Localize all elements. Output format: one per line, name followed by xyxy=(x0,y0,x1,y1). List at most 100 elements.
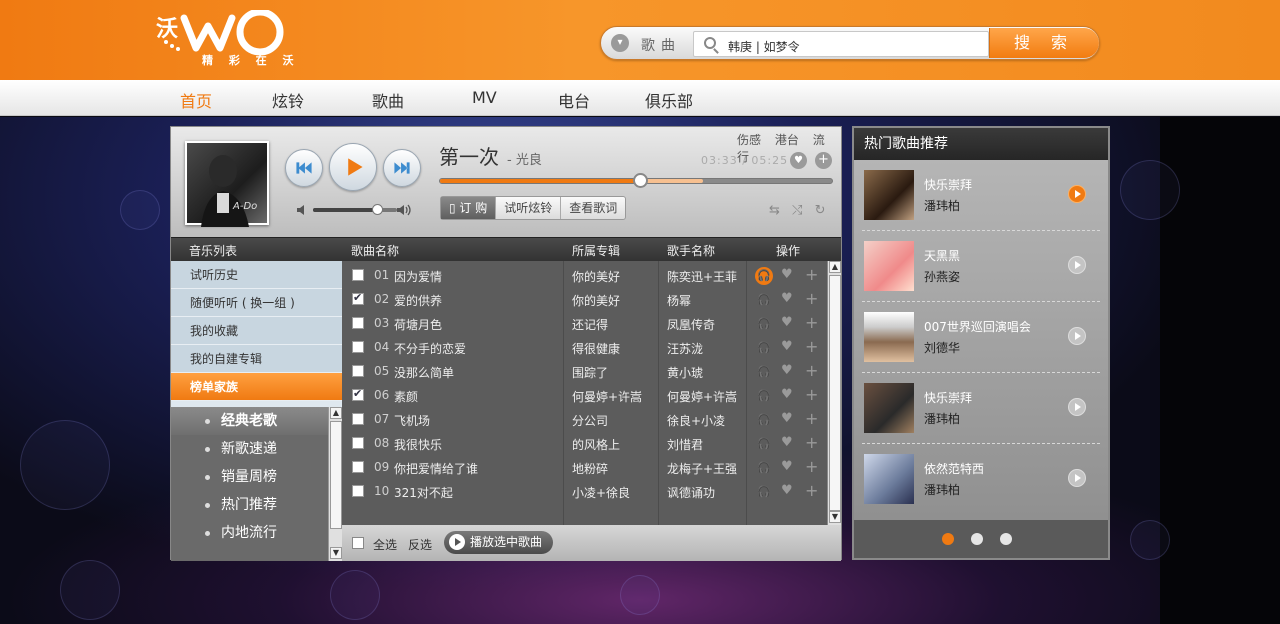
page-dot[interactable] xyxy=(1000,533,1012,545)
play-icon[interactable] xyxy=(1068,185,1086,203)
plus-icon[interactable]: + xyxy=(805,265,818,284)
hot-song-title[interactable]: 天黑黑 xyxy=(924,247,960,264)
hot-song-artist[interactable]: 孙燕姿 xyxy=(924,268,960,285)
scroll-thumb[interactable] xyxy=(829,275,841,511)
row-checkbox[interactable] xyxy=(352,365,364,377)
row-checkbox[interactable] xyxy=(352,317,364,329)
category-my-albums[interactable]: 我的自建专辑 xyxy=(171,345,342,373)
song-name[interactable]: 飞机场 xyxy=(394,412,430,429)
scroll-up-icon[interactable]: ▲ xyxy=(330,407,342,419)
song-name[interactable]: 你把爱情给了谁 xyxy=(394,460,478,477)
song-singer[interactable]: 讽德诵功 xyxy=(667,484,715,501)
scroll-thumb[interactable] xyxy=(330,421,342,529)
song-name[interactable]: 爱的供养 xyxy=(394,292,442,309)
song-thumbnail[interactable] xyxy=(864,383,914,433)
table-row[interactable]: 09 你把爱情给了谁 地粉碎 龙梅子+王强 🎧 ♥ + xyxy=(342,455,827,479)
song-name[interactable]: 321对不起 xyxy=(394,484,453,501)
song-singer[interactable]: 徐良+小凌 xyxy=(667,412,725,429)
heart-icon[interactable]: ♥ xyxy=(781,459,793,474)
song-singer[interactable]: 刘惜君 xyxy=(667,436,703,453)
subcategory-item[interactable]: 新歌速递 xyxy=(171,435,328,463)
scroll-down-icon[interactable]: ▼ xyxy=(829,511,841,523)
subcategory-item[interactable]: 销量周榜 xyxy=(171,463,328,491)
row-checkbox[interactable] xyxy=(352,341,364,353)
play-icon[interactable] xyxy=(1068,398,1086,416)
play-icon[interactable] xyxy=(1068,256,1086,274)
tag-label[interactable]: 伤感 xyxy=(737,133,761,147)
list-item[interactable]: 天黑黑 孙燕姿 xyxy=(854,231,1108,302)
subcategory-item[interactable]: 经典老歌 xyxy=(171,407,328,435)
song-singer[interactable]: 汪苏泷 xyxy=(667,340,703,357)
heart-icon[interactable]: ♥ xyxy=(781,267,793,282)
table-row[interactable]: 07 飞机场 分公司 徐良+小凌 🎧 ♥ + xyxy=(342,407,827,431)
try-ringtone-button[interactable]: 试听炫铃 xyxy=(496,197,562,219)
hot-song-title[interactable]: 依然范特西 xyxy=(924,460,984,477)
song-singer[interactable]: 黄小琥 xyxy=(667,364,703,381)
list-item[interactable]: 依然范特西 潘玮柏 xyxy=(854,444,1108,515)
song-thumbnail[interactable] xyxy=(864,241,914,291)
hot-song-title[interactable]: 快乐崇拜 xyxy=(924,389,972,406)
plus-icon[interactable]: + xyxy=(805,289,818,308)
progress-bar[interactable] xyxy=(439,173,833,188)
headphones-icon[interactable]: 🎧 xyxy=(755,363,773,381)
plus-icon[interactable]: + xyxy=(805,481,818,500)
volume-knob[interactable] xyxy=(372,204,383,215)
song-name[interactable]: 素颜 xyxy=(394,388,418,405)
headphones-icon[interactable]: 🎧 xyxy=(755,411,773,429)
order-button[interactable]: ▯ 订 购 xyxy=(441,197,497,219)
song-name[interactable]: 没那么简单 xyxy=(394,364,454,381)
row-checkbox[interactable] xyxy=(352,269,364,281)
favorite-heart-icon[interactable]: ♥ xyxy=(790,152,807,169)
plus-icon[interactable]: + xyxy=(805,409,818,428)
heart-icon[interactable]: ♥ xyxy=(781,363,793,378)
song-singer[interactable]: 杨幂 xyxy=(667,292,691,309)
row-checkbox[interactable] xyxy=(352,437,364,449)
hot-song-artist[interactable]: 潘玮柏 xyxy=(924,410,960,427)
heart-icon[interactable]: ♥ xyxy=(781,483,793,498)
table-row[interactable]: 06 素颜 何曼婷+许嵩 何曼婷+许嵩 🎧 ♥ + xyxy=(342,383,827,407)
search-button[interactable]: 搜 索 xyxy=(989,28,1099,58)
song-album[interactable]: 小凌+徐良 xyxy=(572,484,630,501)
plus-icon[interactable]: + xyxy=(805,385,818,404)
plus-icon[interactable]: + xyxy=(805,457,818,476)
song-thumbnail[interactable] xyxy=(864,454,914,504)
hot-song-artist[interactable]: 潘玮柏 xyxy=(924,481,960,498)
song-name[interactable]: 荷塘月色 xyxy=(394,316,442,333)
song-thumbnail[interactable] xyxy=(864,312,914,362)
add-plus-icon[interactable]: + xyxy=(815,152,832,169)
song-singer[interactable]: 陈奕迅+王菲 xyxy=(667,268,737,285)
song-singer[interactable]: 何曼婷+许嵩 xyxy=(667,388,737,405)
chevron-down-icon[interactable]: ▾ xyxy=(611,34,629,52)
row-checkbox[interactable] xyxy=(352,461,364,473)
song-thumbnail[interactable] xyxy=(864,170,914,220)
category-charts[interactable]: 榜单家族 xyxy=(171,373,342,401)
nav-item-ringtone[interactable]: 炫铃 xyxy=(272,88,304,112)
song-album[interactable]: 围踪了 xyxy=(572,364,608,381)
song-name[interactable]: 不分手的恋爱 xyxy=(394,340,466,357)
volume-high-icon[interactable] xyxy=(395,202,413,218)
play-selected-button[interactable]: 播放选中歌曲 xyxy=(444,531,553,554)
table-row[interactable]: 08 我很快乐 的风格上 刘惜君 🎧 ♥ + xyxy=(342,431,827,455)
table-row[interactable]: 01 因为爱情 你的美好 陈奕迅+王菲 🎧 ♥ + xyxy=(342,263,827,287)
subcategory-scrollbar[interactable]: ▲ ▼ xyxy=(328,407,342,561)
hot-song-title[interactable]: 007世界巡回演唱会 xyxy=(924,318,1031,335)
headphones-icon[interactable]: 🎧 xyxy=(755,435,773,453)
list-item[interactable]: 快乐崇拜 潘玮柏 xyxy=(854,160,1108,231)
previous-button[interactable] xyxy=(285,149,323,187)
repeat-icon[interactable]: ↻ xyxy=(815,203,826,218)
hot-song-artist[interactable]: 刘德华 xyxy=(924,339,960,356)
song-artist[interactable]: - 光良 xyxy=(507,149,542,168)
subcategory-item[interactable]: 内地流行 xyxy=(171,519,328,547)
headphones-icon[interactable]: 🎧 xyxy=(755,315,773,333)
song-album[interactable]: 分公司 xyxy=(572,412,608,429)
song-name[interactable]: 我很快乐 xyxy=(394,436,442,453)
nav-item-club[interactable]: 俱乐部 xyxy=(645,88,693,112)
shuffle-icon[interactable]: ⤭ xyxy=(792,203,802,218)
category-favorites[interactable]: 我的收藏 xyxy=(171,317,342,345)
row-checkbox[interactable] xyxy=(352,485,364,497)
plus-icon[interactable]: + xyxy=(805,433,818,452)
headphones-icon[interactable]: 🎧 xyxy=(755,483,773,501)
row-checkbox[interactable] xyxy=(352,387,364,401)
headphones-icon[interactable]: 🎧 xyxy=(755,267,773,285)
headphones-icon[interactable]: 🎧 xyxy=(755,459,773,477)
